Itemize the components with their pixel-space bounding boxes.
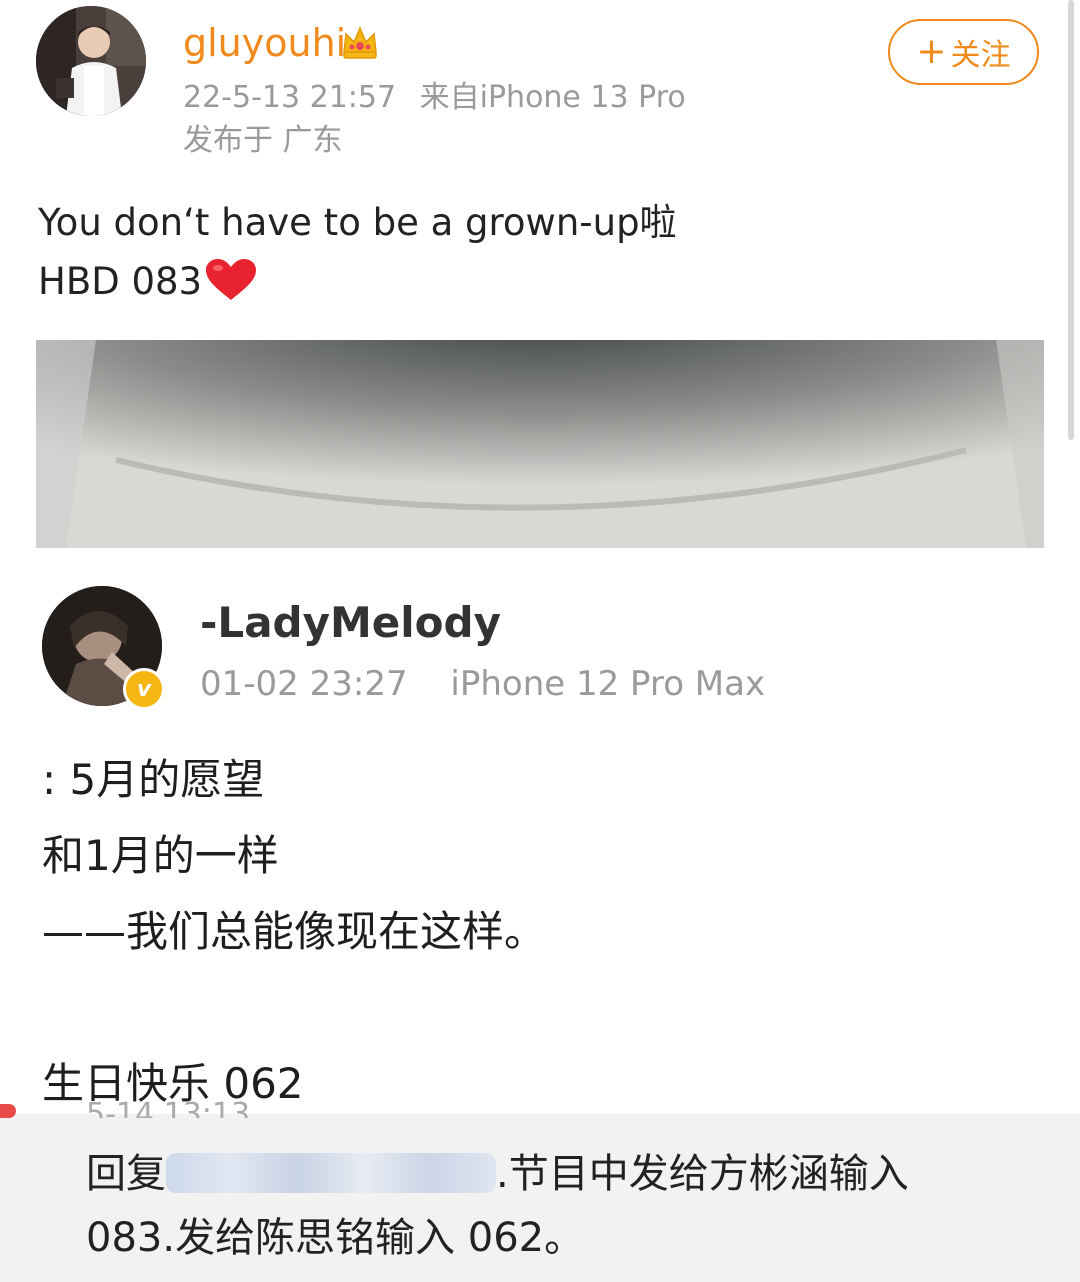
post-timestamp: 22-5-13 21:57 — [183, 80, 397, 115]
follow-button[interactable]: + 关注 — [888, 19, 1039, 85]
post-location: 发布于 广东 — [183, 123, 343, 158]
verified-badge-icon: v — [123, 668, 165, 710]
comment-line-2: 和1月的一样 — [42, 831, 279, 880]
comment-text: : 5月的愿望 和1月的一样 ——我们总能像现在这样。 生日快乐 062 — [42, 742, 546, 1122]
post-text-line-2-content: HBD 083 — [38, 260, 203, 303]
post-text-line-2: HBD 083 — [38, 252, 677, 319]
comment-date: 01-02 23:27 — [200, 664, 408, 704]
comment-line-3: ——我们总能像现在这样。 — [42, 907, 547, 956]
post-text: You don‘t have to be a grown-up啦 HBD 083 — [38, 193, 677, 319]
comment-blank-line — [42, 970, 546, 1046]
crown-icon — [340, 22, 380, 62]
post-source: 来自iPhone 13 Pro — [419, 80, 686, 115]
poster-avatar[interactable] — [36, 6, 146, 116]
comment-meta: 01-02 23:27 iPhone 12 Pro Max — [200, 662, 797, 706]
reply-suffix: .节目中发给方彬涵输入 — [496, 1151, 909, 1197]
post-image[interactable] — [36, 340, 1044, 548]
poster-username[interactable]: gluyouhi — [183, 20, 346, 66]
reply-indicator — [0, 1104, 16, 1118]
commenter-username[interactable]: -LadyMelody — [200, 598, 501, 648]
plus-icon: + — [916, 31, 947, 72]
post-text-line-1: You don‘t have to be a grown-up啦 — [38, 201, 677, 244]
follow-label: 关注 — [950, 38, 1011, 73]
comment-line-1: : 5月的愿望 — [42, 755, 265, 804]
comment-device: iPhone 12 Pro Max — [450, 664, 766, 704]
reply-line-2: 083.发给陈思铭输入 062。 — [86, 1215, 585, 1261]
reply-line-1: 回复 .节目中发给方彬涵输入 — [86, 1142, 1046, 1206]
scrollbar[interactable] — [1068, 0, 1074, 440]
reply-text: 回复 .节目中发给方彬涵输入 083.发给陈思铭输入 062。 — [86, 1142, 1046, 1270]
reply-date: 5-14 13:13 — [86, 1100, 251, 1118]
reply-prefix: 回复 — [86, 1151, 166, 1197]
blurred-username[interactable] — [166, 1153, 496, 1193]
post-meta: 22-5-13 21:57 来自iPhone 13 Pro — [183, 80, 700, 116]
heart-icon — [204, 258, 258, 319]
